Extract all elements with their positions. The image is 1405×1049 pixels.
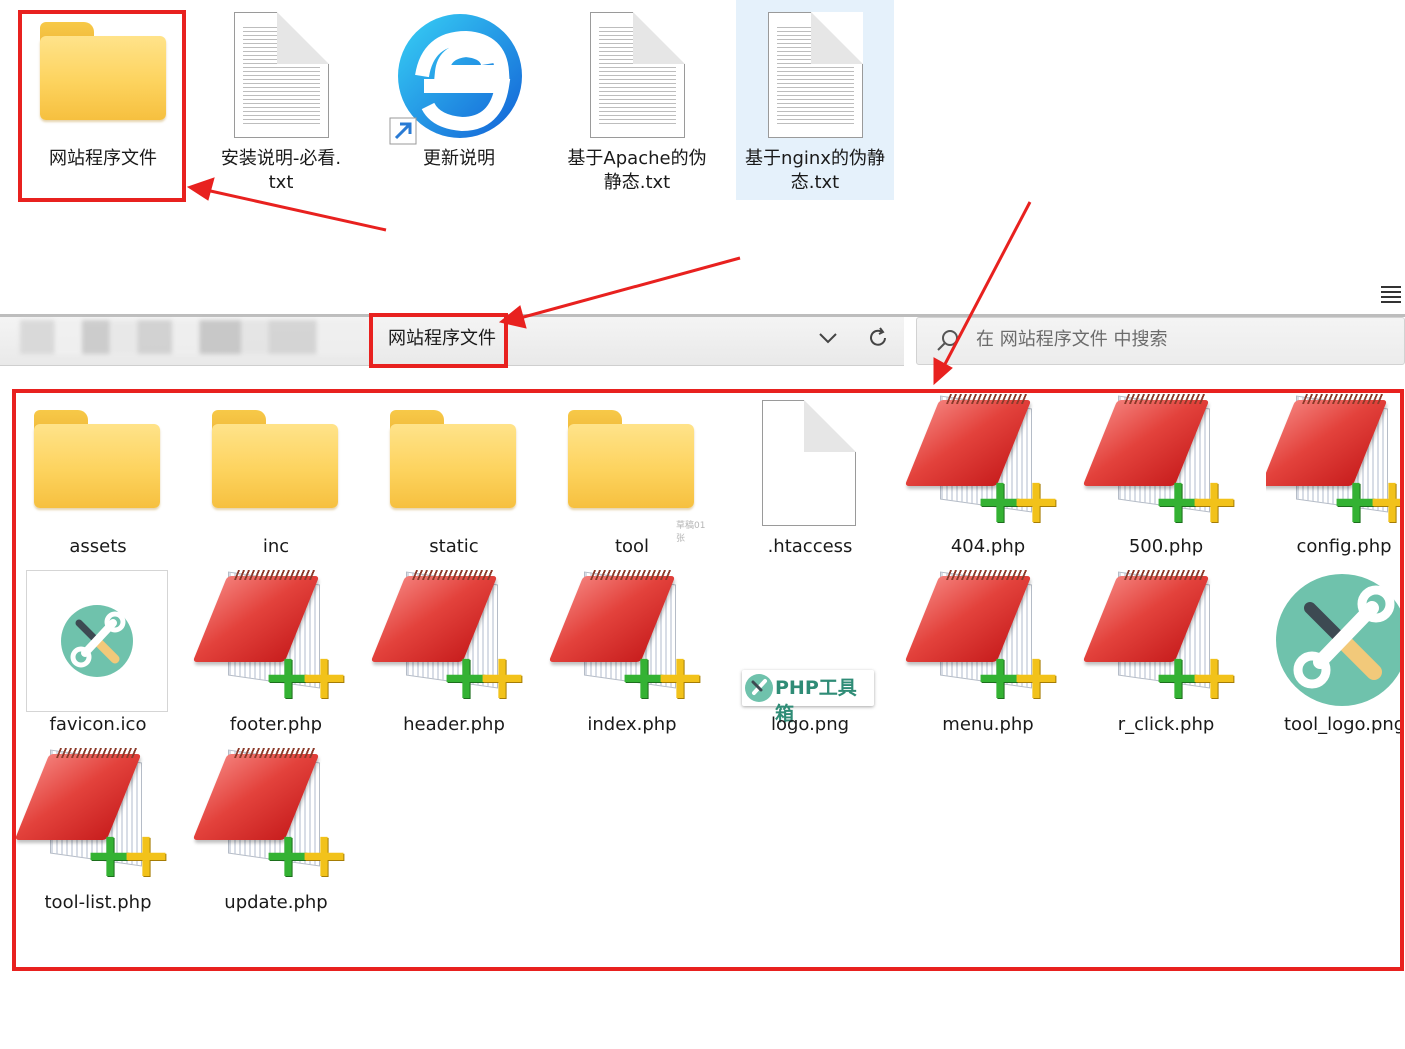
arrow-to-breadcrumb <box>519 256 741 320</box>
annotation-arrows <box>186 177 1032 386</box>
arrow-to-grid <box>942 201 1032 367</box>
arrow-head-breadcrumb <box>498 305 527 329</box>
arrow-to-folder <box>205 188 387 232</box>
arrow-head-grid <box>933 357 953 386</box>
arrow-head-folder <box>186 177 215 201</box>
